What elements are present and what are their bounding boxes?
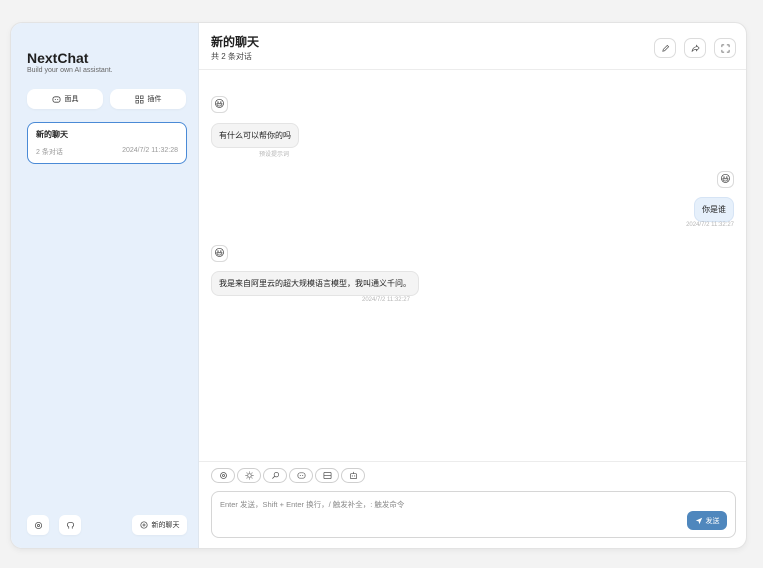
send-button-label: 发送 <box>705 517 720 525</box>
add-icon <box>139 521 148 529</box>
new-chat-label: 新的聊天 <box>151 522 180 529</box>
github-icon <box>66 521 74 529</box>
chat-input[interactable]: Enter 发送，Shift + Enter 换行，/ 触发补全，: 触发命令 … <box>211 491 736 538</box>
gear-icon <box>34 521 42 529</box>
smile-icon: 😃 <box>214 99 225 110</box>
prompt-button[interactable] <box>263 468 287 483</box>
chat-settings-button[interactable] <box>211 468 235 483</box>
message-bubble: 我是来自阿里云的超大规模语言模型，我叫通义千问。 <box>211 271 419 296</box>
chat-input-placeholder: Enter 发送，Shift + Enter 换行，/ 触发补全，: 触发命令 <box>220 500 405 509</box>
chat-subtitle: 共 2 条对话 <box>211 52 252 61</box>
send-icon <box>695 517 702 524</box>
new-chat-button[interactable]: 新的聊天 <box>132 515 187 535</box>
bot-avatar: 😃 <box>211 245 228 262</box>
github-button[interactable] <box>59 515 81 535</box>
mask-icon <box>51 95 61 103</box>
plugin-button-label: 插件 <box>147 96 162 103</box>
gear-icon <box>219 472 227 479</box>
message-bubble: 你是谁 <box>694 197 734 222</box>
app-window: NextChat Build your own AI assistant. 面具… <box>10 22 747 549</box>
break-icon <box>323 471 331 480</box>
chat-actions <box>211 468 365 483</box>
settings-button[interactable] <box>27 515 49 535</box>
model-button[interactable] <box>341 468 365 483</box>
sun-icon <box>244 471 254 480</box>
chat-item-count: 2 条对话 <box>36 149 63 156</box>
mask-shortcut-button[interactable] <box>289 468 313 483</box>
theme-button[interactable] <box>237 468 261 483</box>
message-meta: 2024/7/2 11:32:27 <box>686 222 734 228</box>
mask-button[interactable]: 面具 <box>27 89 103 109</box>
smile-icon: 😃 <box>214 248 225 259</box>
smile-icon: 😃 <box>720 174 731 185</box>
expand-icon <box>721 44 729 52</box>
user-avatar: 😃 <box>717 171 734 188</box>
chat-main: 新的聊天 共 2 条对话 😃 有什么可以帮你的吗 预设提示词 😃 你是谁 202… <box>199 23 746 548</box>
app-title: NextChat <box>27 50 89 66</box>
app-subtitle: Build your own AI assistant. <box>27 67 113 74</box>
chat-title[interactable]: 新的聊天 <box>211 33 259 50</box>
fullscreen-button[interactable] <box>714 38 736 58</box>
search-icon <box>271 471 279 479</box>
chat-list-item[interactable]: 新的聊天 2 条对话 2024/7/2 11:32:28 <box>27 122 187 164</box>
mask-icon <box>297 472 305 479</box>
plugin-button[interactable]: 插件 <box>110 89 186 109</box>
robot-icon <box>349 471 357 480</box>
send-button[interactable]: 发送 <box>687 511 727 530</box>
share-button[interactable] <box>684 38 706 58</box>
message-bubble: 有什么可以帮你的吗 <box>211 123 299 148</box>
message-meta: 预设提示词 <box>259 152 290 158</box>
plugin-icon <box>135 95 143 103</box>
input-panel: Enter 发送，Shift + Enter 换行，/ 触发补全，: 触发命令 … <box>199 461 746 548</box>
pencil-icon <box>661 44 669 52</box>
chat-header: 新的聊天 共 2 条对话 <box>199 23 746 70</box>
share-icon <box>691 43 700 52</box>
clear-context-button[interactable] <box>315 468 339 483</box>
sidebar: NextChat Build your own AI assistant. 面具… <box>11 23 199 548</box>
message-meta: 2024/7/2 11:32:27 <box>362 297 410 303</box>
mask-button-label: 面具 <box>64 96 79 103</box>
edit-button[interactable] <box>654 38 676 58</box>
chat-item-title: 新的聊天 <box>36 130 68 139</box>
chat-item-time: 2024/7/2 11:32:28 <box>122 147 178 154</box>
bot-avatar: 😃 <box>211 96 228 113</box>
